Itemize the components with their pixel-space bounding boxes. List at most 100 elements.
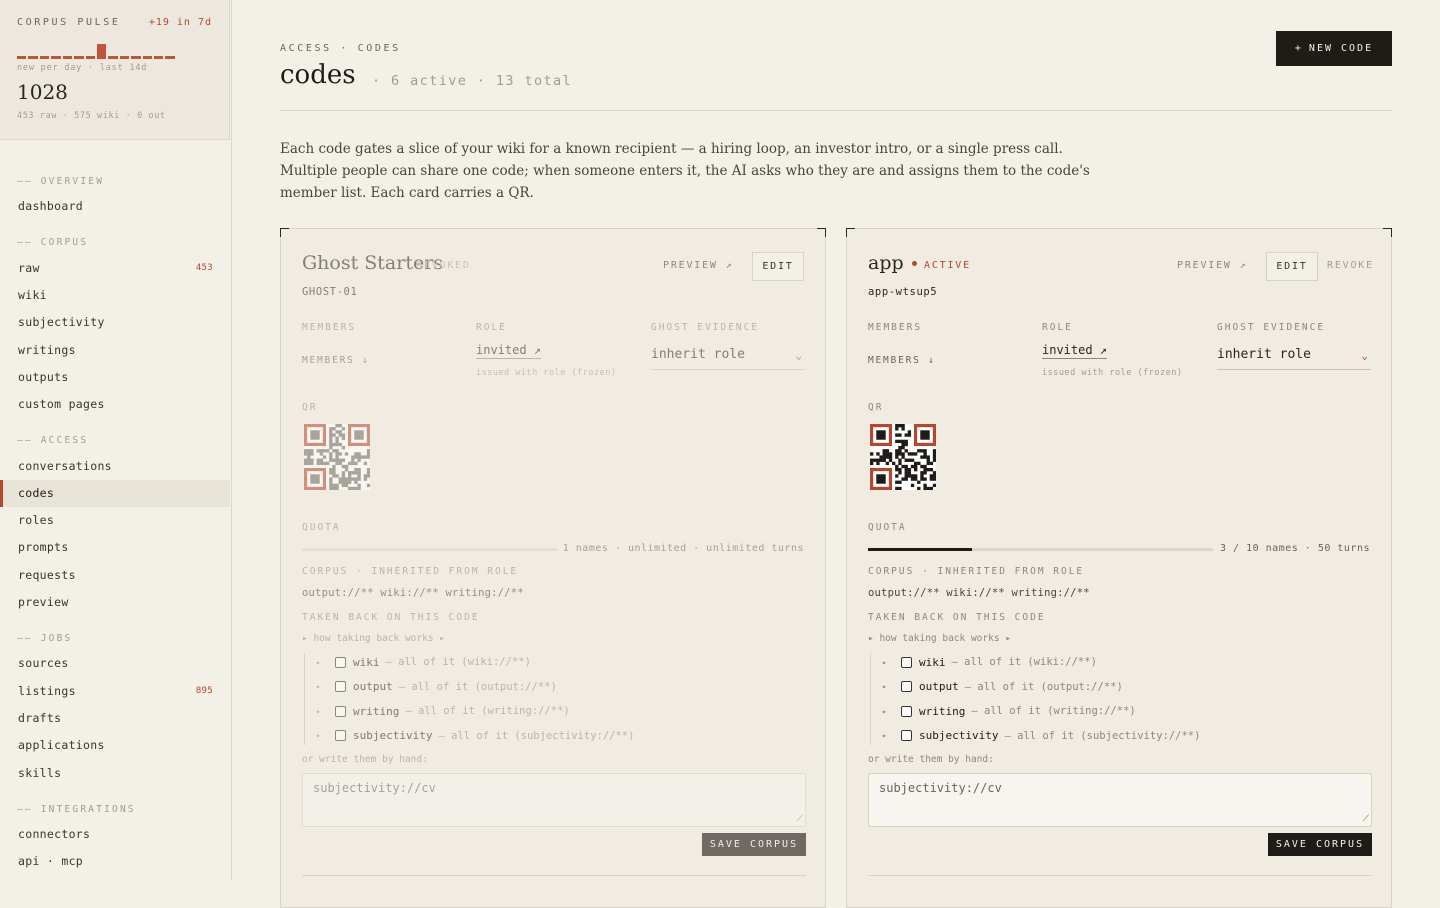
members-sort-toggle[interactable]: MEMBERS ↓ [302, 355, 370, 366]
nav-item-listings[interactable]: listings 895 [0, 678, 230, 705]
nav-item-drafts[interactable]: drafts [0, 705, 230, 732]
by-hand-label: or write them by hand: [302, 754, 428, 765]
nav-label: codes [18, 486, 55, 500]
ghost-evidence-select[interactable]: inherit role ⌄ [651, 344, 805, 370]
members-label: MEMBERS [302, 322, 357, 333]
qr-label: QR [868, 402, 884, 413]
take-back-checkbox[interactable] [901, 656, 912, 668]
edit-button[interactable]: EDIT [752, 252, 804, 281]
chevron-down-icon: ⌄ [1361, 349, 1368, 362]
triangle-right-icon[interactable]: ▸ [882, 731, 896, 740]
take-back-checkbox[interactable] [335, 730, 346, 741]
take-back-checkbox[interactable] [901, 705, 912, 717]
nav-item-custom-pages[interactable]: custom pages [0, 391, 230, 418]
preview-link[interactable]: PREVIEW ↗ [1177, 260, 1247, 271]
new-code-button[interactable]: + NEW CODE [1276, 31, 1392, 66]
nav-item-connectors[interactable]: connectors [0, 821, 230, 848]
ghost-evidence-select[interactable]: inherit role ⌄ [1217, 344, 1371, 370]
triangle-right-icon[interactable]: ▸ [316, 682, 330, 691]
nav-section-overview: —— OVERVIEW [17, 176, 105, 187]
triangle-right-icon[interactable]: ▸ [882, 658, 896, 667]
nav-item-api-mcp[interactable]: api · mcp [0, 848, 230, 875]
quota-progress-bar [302, 548, 557, 551]
take-back-row-output: ▸ output — all of it (output://**) [882, 677, 1123, 697]
nav-label: raw [18, 261, 40, 275]
take-back-checkbox[interactable] [335, 705, 346, 717]
take-back-row-subjectivity: ▸ subjectivity — all of it (subjectivity… [316, 726, 634, 746]
triangle-right-icon[interactable]: ▸ [316, 707, 330, 716]
nav-item-preview[interactable]: preview [0, 589, 230, 616]
take-back-checkbox[interactable] [901, 681, 912, 692]
intro-paragraph: Each code gates a slice of your wiki for… [280, 141, 1090, 201]
take-back-name: output [919, 680, 959, 693]
status-label: REVOKED [416, 260, 471, 271]
spark-bar [108, 56, 118, 59]
nav-item-requests[interactable]: requests [0, 562, 230, 589]
take-back-desc: — all of it (output://**) [398, 680, 557, 693]
nav-item-applications[interactable]: applications [0, 732, 230, 759]
nav-item-roles[interactable]: roles [0, 507, 230, 534]
nav-label: custom pages [18, 397, 105, 411]
corpus-path-textarea[interactable]: subjectivity://cv ⟋ [868, 773, 1372, 827]
spark-bar [142, 56, 153, 59]
new-code-label: NEW CODE [1308, 43, 1374, 54]
code-card: Ghost Starters REVOKED GHOST-01 PREVIEW … [280, 228, 826, 908]
nav-item-prompts[interactable]: prompts [0, 534, 230, 561]
nav-item-writings[interactable]: writings [0, 337, 230, 364]
edit-button[interactable]: EDIT [1266, 252, 1318, 281]
resize-grip-icon[interactable]: ⟋ [797, 814, 803, 824]
spark-bar [74, 56, 84, 59]
nav-item-conversations[interactable]: conversations [0, 453, 230, 480]
pulse-sparkline [17, 43, 175, 59]
revoke-link[interactable]: REVOKE [1327, 260, 1374, 271]
nav-label: conversations [18, 459, 112, 473]
save-corpus-button[interactable]: SAVE CORPUS [702, 833, 806, 856]
nav-label: api · mcp [18, 854, 84, 868]
how-taking-back-toggle[interactable]: ▸ how taking back works ▸ [302, 633, 445, 644]
nav-label: dashboard [18, 199, 84, 213]
ghost-evidence-label: GHOST EVIDENCE [1217, 322, 1326, 333]
preview-link[interactable]: PREVIEW ↗ [663, 260, 733, 271]
nav-section-integrations: —— INTEGRATIONS [17, 804, 136, 815]
take-back-checkbox[interactable] [901, 730, 912, 741]
role-link[interactable]: invited ↗ [476, 343, 542, 359]
save-corpus-button[interactable]: SAVE CORPUS [1268, 833, 1372, 856]
nav-item-outputs[interactable]: outputs [0, 364, 230, 391]
nav-item-dashboard[interactable]: dashboard [0, 193, 230, 220]
take-back-checkbox[interactable] [335, 681, 346, 692]
resize-grip-icon[interactable]: ⟋ [1363, 814, 1369, 824]
nav-item-codes[interactable]: codes [0, 480, 230, 507]
taken-back-label: TAKEN BACK ON THIS CODE [302, 612, 480, 623]
role-label: ROLE [1042, 322, 1073, 333]
triangle-right-icon[interactable]: ▸ [316, 731, 330, 740]
corpus-paths: output://** wiki://** writing://** [302, 587, 524, 599]
take-back-desc: — all of it (subjectivity://**) [1004, 729, 1201, 742]
take-back-checkbox[interactable] [335, 656, 346, 668]
nav-item-subjectivity[interactable]: subjectivity [0, 309, 230, 336]
how-taking-back-toggle[interactable]: ▸ how taking back works ▸ [868, 633, 1011, 644]
qr-code-image [304, 424, 370, 490]
corpus-path-textarea[interactable]: subjectivity://cv ⟋ [302, 773, 806, 827]
triangle-right-icon[interactable]: ▸ [882, 682, 896, 691]
code-status-badge: ACTIVE [912, 260, 971, 271]
triangle-right-icon[interactable]: ▸ [316, 658, 330, 667]
members-sort-toggle[interactable]: MEMBERS ↓ [868, 355, 936, 366]
spark-bar [39, 56, 50, 59]
take-back-desc: — all of it (output://**) [964, 680, 1123, 693]
take-back-name: subjectivity [353, 729, 433, 742]
nav-item-sources[interactable]: sources [0, 650, 230, 677]
nav-section-jobs: —— JOBS [17, 633, 73, 644]
nav-item-skills[interactable]: skills [0, 760, 230, 787]
role-label: ROLE [476, 322, 507, 333]
quota-progress-bar [868, 548, 1213, 551]
role-link[interactable]: invited ↗ [1042, 343, 1108, 359]
nav-item-raw[interactable]: raw 453 [0, 255, 230, 282]
taken-back-label: TAKEN BACK ON THIS CODE [868, 612, 1046, 623]
card-divider [302, 875, 806, 876]
triangle-right-icon[interactable]: ▸ [882, 707, 896, 716]
nav-label: subjectivity [18, 315, 105, 329]
nav-item-wiki[interactable]: wiki [0, 282, 230, 309]
qr-svg [304, 424, 370, 490]
take-back-guide-line [304, 653, 305, 745]
sidebar: CORPUS PULSE +19 in 7d new per day · las… [0, 0, 232, 880]
